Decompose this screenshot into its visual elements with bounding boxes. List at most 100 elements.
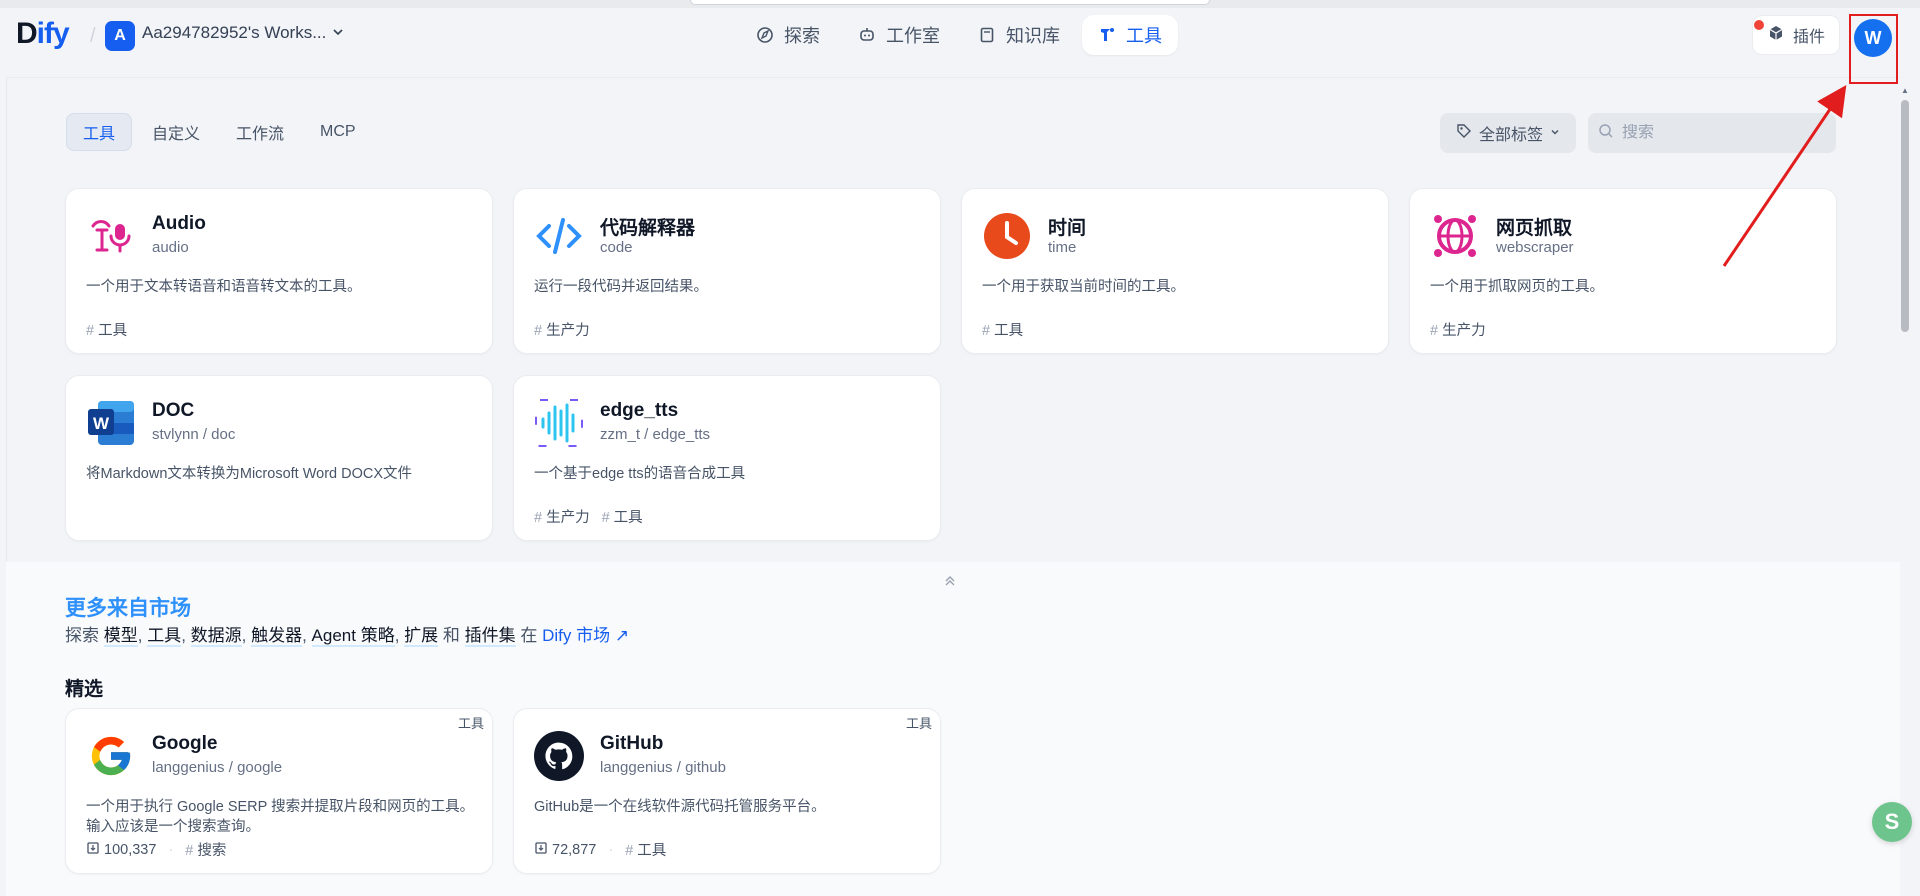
clock-icon bbox=[982, 211, 1032, 261]
card-description: 一个基于edge tts的语音合成工具 bbox=[534, 466, 746, 482]
plugins-label: 插件 bbox=[1792, 29, 1825, 46]
tool-card-code[interactable]: 代码解释器 code 运行一段代码并返回结果。 # 生产力 bbox=[513, 188, 941, 354]
book-icon bbox=[978, 26, 996, 44]
compass-icon bbox=[756, 26, 774, 44]
search-box bbox=[1588, 113, 1836, 153]
card-tags: # 生产力 bbox=[1430, 319, 1486, 340]
card-subtitle: audio bbox=[152, 239, 189, 256]
double-chevron-up-icon[interactable] bbox=[943, 574, 957, 593]
workspace-name: Aa294782952's Works... bbox=[142, 23, 327, 42]
nav-studio[interactable]: 工作室 bbox=[842, 15, 956, 55]
tab-workflow[interactable]: 工作流 bbox=[220, 113, 300, 151]
nav-studio-label: 工作室 bbox=[886, 26, 940, 46]
tab-custom[interactable]: 自定义 bbox=[136, 113, 216, 151]
featured-heading: 精选 bbox=[65, 679, 104, 700]
tag-icon bbox=[1456, 123, 1472, 144]
card-title: Audio bbox=[152, 213, 206, 234]
svg-text:W: W bbox=[93, 414, 110, 433]
card-tags: # 工具 bbox=[982, 319, 1023, 340]
card-tag: # 生产力 bbox=[534, 510, 590, 526]
card-title: Google bbox=[152, 733, 218, 754]
card-tag: # 工具 bbox=[982, 323, 1024, 339]
word-icon: W bbox=[86, 398, 136, 448]
card-tags: # 生产力 # 工具 bbox=[534, 506, 643, 527]
marketplace-link[interactable]: Dify 市场 ↗ bbox=[542, 626, 629, 645]
workspace-badge[interactable]: A bbox=[105, 21, 135, 51]
globe-icon bbox=[1430, 211, 1480, 261]
card-badge: 工具 bbox=[905, 716, 932, 731]
notification-dot bbox=[1754, 20, 1764, 30]
tool-card-doc[interactable]: W DOC stvlynn / doc 将Markdown文本转换为Micros… bbox=[65, 375, 493, 541]
tool-card-time[interactable]: 时间 time 一个用于获取当前时间的工具。 # 工具 bbox=[961, 188, 1389, 354]
card-title: 网页抓取 bbox=[1496, 218, 1573, 239]
logo-text-accent: ify bbox=[36, 17, 70, 50]
nav-tools[interactable]: 工具 bbox=[1082, 15, 1178, 55]
card-description: 运行一段代码并返回结果。 bbox=[534, 279, 708, 295]
search-icon bbox=[1598, 123, 1614, 144]
card-subtitle: webscraper bbox=[1496, 239, 1574, 256]
scrollbar-thumb[interactable] bbox=[1901, 100, 1909, 332]
market-card-github[interactable]: 工具 GitHub langgenius / github GitHub是一个在… bbox=[513, 708, 941, 874]
kw-extensions[interactable]: 扩展 bbox=[404, 626, 439, 647]
nav-knowledge[interactable]: 知识库 bbox=[962, 15, 1076, 55]
nav-explore[interactable]: 探索 bbox=[740, 15, 836, 55]
card-title: DOC bbox=[152, 400, 195, 421]
tag-filter-dropdown[interactable]: 全部标签 bbox=[1440, 113, 1576, 153]
market-card-google[interactable]: 工具 Google langgenius / google 一个用于执行 Goo… bbox=[65, 708, 493, 874]
card-title: 时间 bbox=[1048, 218, 1087, 239]
card-tag: # 工具 bbox=[625, 843, 667, 859]
tool-card-webscraper[interactable]: 网页抓取 webscraper 一个用于抓取网页的工具。 # 生产力 bbox=[1409, 188, 1837, 354]
kw-datasources[interactable]: 数据源 bbox=[190, 626, 242, 647]
annotation-highlight-box bbox=[1849, 14, 1898, 84]
card-subtitle: langgenius / github bbox=[600, 759, 726, 776]
tool-card-audio[interactable]: Audio audio 一个用于文本转语音和语音转文本的工具。 # 工具 bbox=[65, 188, 493, 354]
chevron-down-icon bbox=[332, 23, 344, 43]
kw-agent-strategies[interactable]: Agent 策略 bbox=[311, 626, 395, 647]
search-input[interactable] bbox=[1622, 124, 1812, 142]
plugins-button[interactable]: 插件 bbox=[1752, 15, 1840, 55]
download-icon bbox=[534, 841, 548, 859]
scroll-up-arrow-icon[interactable]: ▲ bbox=[1901, 86, 1909, 95]
cube-icon bbox=[1767, 24, 1785, 47]
kw-triggers[interactable]: 触发器 bbox=[251, 626, 303, 647]
card-badge: 工具 bbox=[457, 716, 484, 731]
tool-card-edge-tts[interactable]: edge_tts zzm_t / edge_tts 一个基于edge tts的语… bbox=[513, 375, 941, 541]
card-title: edge_tts bbox=[600, 400, 679, 421]
card-tags: # 工具 bbox=[86, 319, 127, 340]
card-tag: # 生产力 bbox=[534, 323, 590, 339]
card-subtitle: code bbox=[600, 239, 633, 256]
card-stats: 72,877 · # 工具 bbox=[534, 839, 666, 860]
kw-bundles[interactable]: 插件集 bbox=[464, 626, 516, 647]
dify-logo[interactable]: Dify bbox=[16, 17, 70, 51]
card-tag: # 工具 bbox=[601, 510, 643, 526]
nav-explore-label: 探索 bbox=[784, 26, 820, 46]
waveform-icon bbox=[534, 398, 584, 448]
card-description: 一个用于执行 Google SERP 搜索并提取片段和网页的工具。输入应该是一个… bbox=[86, 799, 475, 835]
kw-tools[interactable]: 工具 bbox=[147, 626, 182, 647]
card-title: 代码解释器 bbox=[600, 218, 696, 239]
tab-builtin[interactable]: 工具 bbox=[66, 113, 133, 151]
tool-type-tabs: 工具 自定义 工作流 MCP bbox=[66, 113, 372, 151]
card-tag: # 搜索 bbox=[185, 843, 227, 859]
kw-models[interactable]: 模型 bbox=[103, 626, 138, 647]
workspace-switcher[interactable]: Aa294782952's Works... bbox=[142, 23, 344, 43]
nav-knowledge-label: 知识库 bbox=[1006, 26, 1060, 46]
marketplace-subtitle: 探索 模型, 工具, 数据源, 触发器, Agent 策略, 扩展 和 插件集 … bbox=[65, 626, 630, 647]
nav-tools-label: 工具 bbox=[1126, 26, 1162, 46]
card-description: 将Markdown文本转换为Microsoft Word DOCX文件 bbox=[86, 466, 413, 482]
card-subtitle: time bbox=[1048, 239, 1077, 256]
card-tags: # 生产力 bbox=[534, 319, 590, 340]
card-subtitle: stvlynn / doc bbox=[152, 426, 236, 443]
tab-mcp[interactable]: MCP bbox=[304, 113, 372, 151]
assistant-bubble-icon[interactable]: S bbox=[1872, 802, 1912, 842]
card-tag: # 工具 bbox=[86, 323, 128, 339]
download-icon bbox=[86, 841, 100, 859]
github-icon bbox=[534, 731, 584, 781]
code-icon bbox=[534, 211, 584, 261]
download-count: 72,877 bbox=[552, 841, 597, 858]
tool-icon bbox=[1098, 26, 1116, 44]
chevron-down-icon bbox=[1550, 124, 1560, 142]
robot-icon bbox=[858, 26, 876, 44]
browser-address-edge bbox=[690, 0, 1210, 5]
google-icon bbox=[86, 731, 136, 781]
